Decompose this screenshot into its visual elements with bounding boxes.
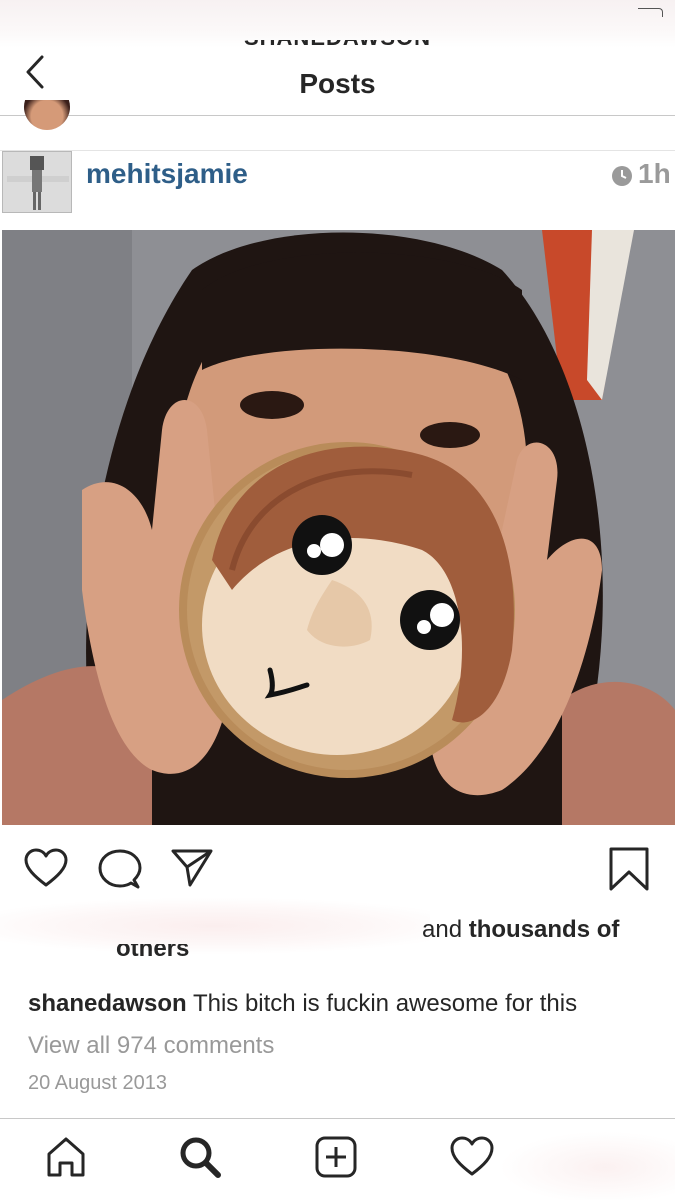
caption-text: This bitch is fuckin awesome for this	[192, 990, 578, 1017]
speech-bubble-icon	[98, 849, 142, 889]
redacted-smudge	[0, 892, 430, 960]
home-icon	[47, 1137, 85, 1177]
previous-post-avatar	[24, 100, 70, 130]
page-title: Posts	[299, 68, 376, 99]
search-icon	[180, 1137, 221, 1178]
photo-illustration	[2, 230, 675, 825]
likes-summary[interactable]: and thousands of	[422, 916, 619, 944]
nav-activity-button[interactable]	[450, 1135, 494, 1179]
header-divider	[0, 115, 675, 116]
post-time: 1h	[638, 158, 671, 189]
likes-bold: thousands of	[468, 916, 620, 943]
post-caption: shanedawson This bitch is fuckin awesome…	[28, 990, 577, 1018]
avatar-image	[3, 152, 71, 212]
bookmark-icon	[609, 847, 649, 891]
header-username: SHANEDAWSON	[0, 40, 675, 58]
paper-plane-icon	[171, 849, 213, 887]
likes-suffix: and	[422, 916, 469, 943]
save-button[interactable]	[608, 846, 650, 892]
post-username[interactable]: mehitsjamie	[86, 158, 248, 190]
redacted-smudge	[500, 1128, 675, 1200]
post-photo[interactable]	[2, 230, 675, 825]
plus-square-icon	[315, 1136, 357, 1178]
nav-add-button[interactable]	[314, 1135, 358, 1179]
post-divider	[0, 150, 675, 151]
view-comments-link[interactable]: View all 974 comments	[28, 1032, 274, 1060]
share-button[interactable]	[170, 848, 214, 888]
like-button[interactable]	[24, 848, 68, 888]
clock-icon	[612, 166, 632, 186]
comment-button[interactable]	[98, 848, 142, 892]
heart-outline-icon	[450, 1136, 494, 1176]
post-author-avatar[interactable]	[2, 151, 72, 213]
status-indicator	[638, 8, 663, 17]
heart-outline-icon	[24, 848, 68, 887]
caption-username[interactable]: shanedawson	[28, 990, 187, 1017]
likes-wrap[interactable]: others	[116, 944, 189, 970]
post-date: 20 August 2013	[28, 1072, 168, 1094]
nav-home-button[interactable]	[44, 1135, 88, 1179]
nav-search-button[interactable]	[178, 1135, 222, 1179]
